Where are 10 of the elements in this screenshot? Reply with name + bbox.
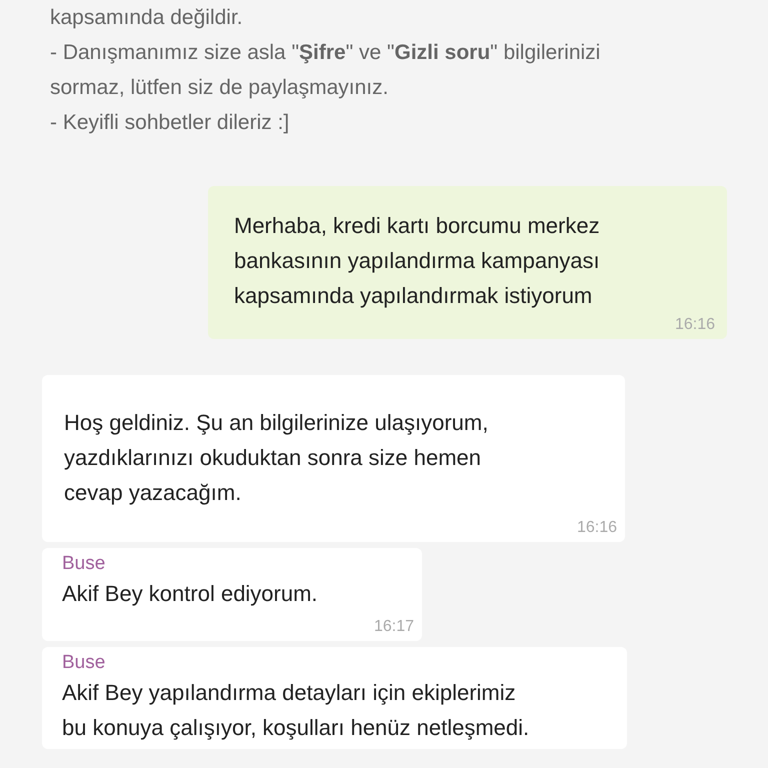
message-text: Hoş geldiniz. Şu an bilgilerinize ulaşıyorum, yazdıklarınızı okuduktan sonra size hemen cevap yazacağım. bbox=[64, 409, 490, 507]
message-text: Akif Bey yapılandırma detayları için ekiplerimiz bu konuya çalışıyor, koşulları henüz netleşmedi. bbox=[62, 679, 530, 742]
sender-name: Buse bbox=[62, 651, 106, 675]
sender-name: Buse bbox=[62, 552, 106, 576]
message-text: Merhaba, kredi kartı borcumu merkez bankasının yapılandırma kampanyası kapsamında yapılandırmak istiyorum bbox=[234, 212, 601, 310]
message-text: Akif Bey kontrol ediyorum. bbox=[62, 580, 319, 608]
message-time: 16:16 bbox=[576, 518, 617, 538]
message-time: 16:17 bbox=[374, 617, 414, 637]
system-message: kapsamında değildir. - Danışmanımız size asla "Şifre" ve "Gizli soru" bilgilerinizi sormaz, lütfen siz de paylaşmayınız. - Keyifli sohbetler dileriz :] bbox=[50, 5, 602, 136]
message-time: 16:16 bbox=[674, 315, 715, 335]
